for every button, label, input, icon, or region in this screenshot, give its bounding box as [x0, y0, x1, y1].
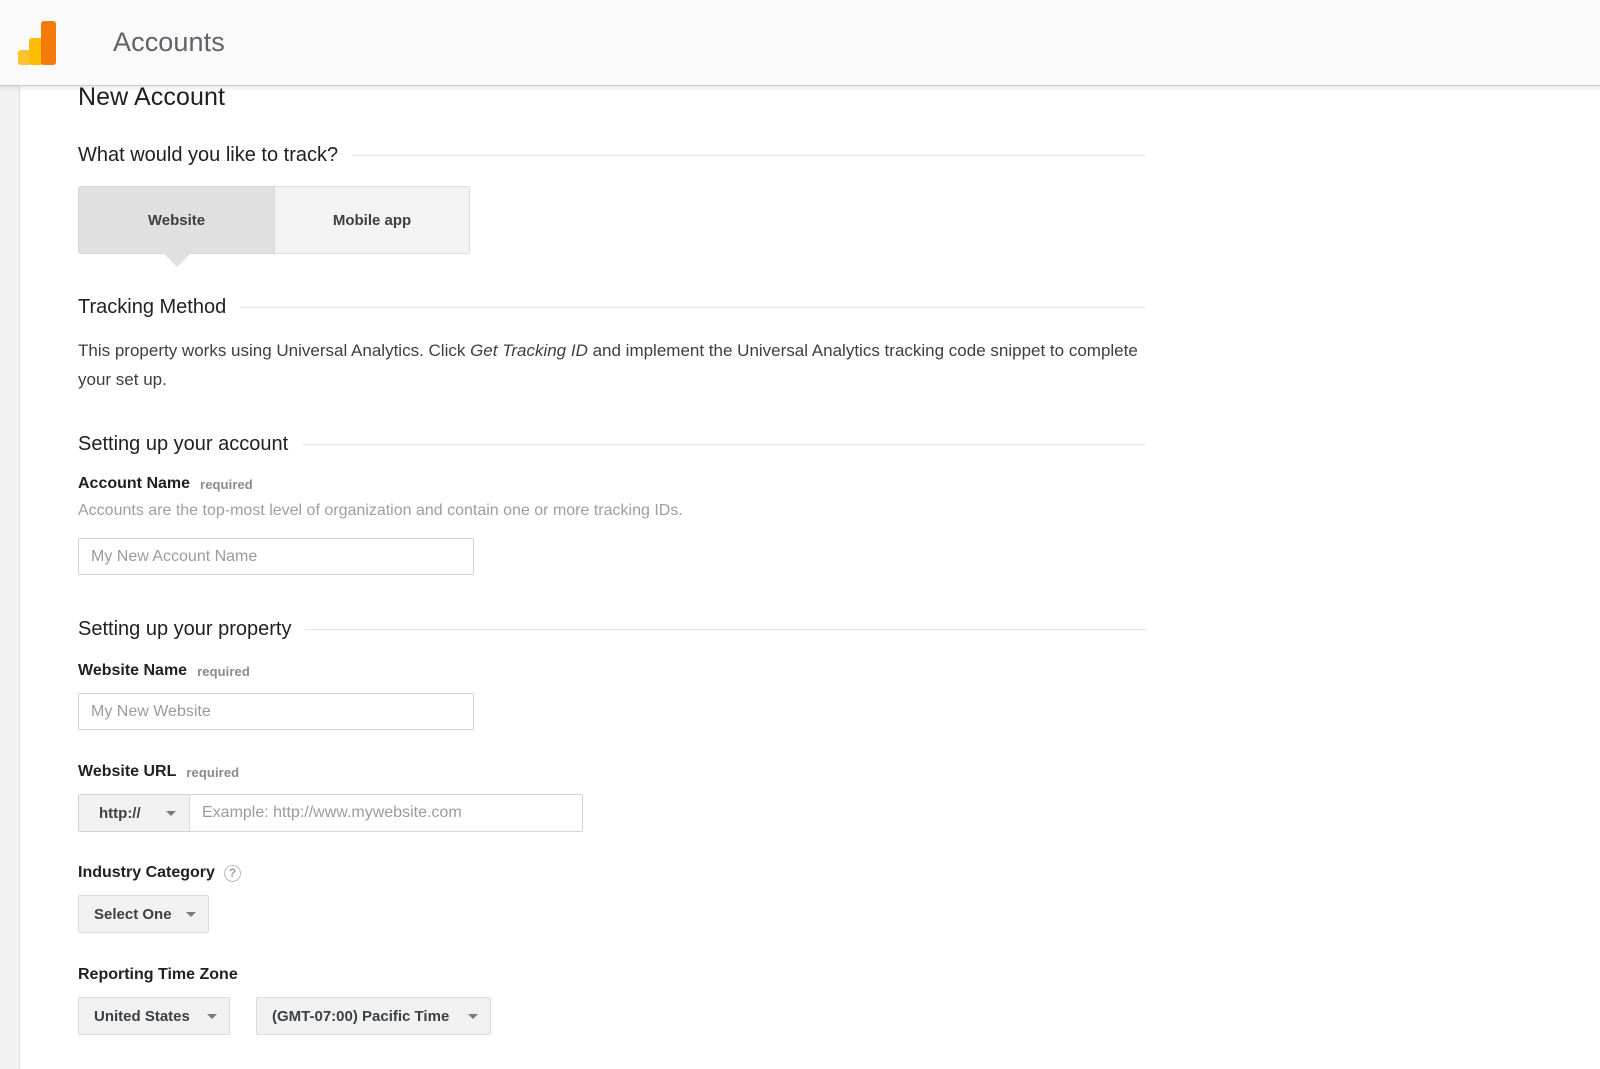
website-url-label-text: Website URL	[78, 763, 177, 780]
tab-mobile-app-label: Mobile app	[332, 211, 412, 229]
industry-category-label-text: Industry Category	[78, 864, 215, 881]
chevron-down-icon	[166, 810, 176, 816]
chevron-down-icon	[468, 1013, 478, 1019]
website-url-input[interactable]	[190, 795, 582, 831]
track-section-heading: What would you like to track?	[78, 144, 1146, 167]
website-name-label: Website Name required	[78, 662, 250, 680]
track-type-tab-group: Website Mobile app	[78, 186, 470, 267]
tab-mobile-app[interactable]: Mobile app	[275, 186, 470, 254]
logo-bar-large	[41, 20, 56, 65]
help-icon[interactable]: ?	[223, 864, 241, 882]
website-name-label-text: Website Name	[78, 662, 188, 679]
industry-category-label: Industry Category ?	[78, 864, 241, 882]
track-section-heading-label: What would you like to track?	[78, 144, 339, 166]
website-name-input[interactable]	[78, 693, 474, 730]
account-name-label-text: Account Name	[78, 475, 191, 492]
tracking-method-emphasis: Get Tracking ID	[470, 341, 588, 360]
account-section-heading: Setting up your account	[78, 433, 1146, 456]
url-scheme-dropdown[interactable]: http://	[79, 795, 190, 831]
app-header-bar: Accounts	[0, 0, 1600, 91]
account-name-required-badge: required	[200, 476, 253, 492]
tracking-method-text-before: This property works using Universal Anal…	[78, 341, 471, 360]
property-section-heading-label: Setting up your property	[78, 618, 292, 640]
time-zone-country-selected-value: United States	[94, 1007, 190, 1025]
main-content: New Account What would you like to track…	[21, 86, 1600, 1069]
account-name-label: Account Name required	[78, 475, 253, 493]
tracking-method-heading: Tracking Method	[78, 296, 1146, 319]
chevron-down-icon	[207, 1013, 217, 1019]
website-url-required-badge: required	[186, 764, 240, 780]
reporting-time-zone-label: Reporting Time Zone	[78, 966, 238, 984]
section-divider-rule	[302, 444, 1146, 445]
tab-selected-caret-icon	[162, 253, 191, 267]
tab-website[interactable]: Website	[78, 186, 275, 267]
account-name-input[interactable]	[78, 538, 474, 575]
reporting-time-zone-label-text: Reporting Time Zone	[78, 966, 238, 983]
chevron-down-icon	[185, 911, 196, 917]
industry-category-selected-value: Select One	[94, 905, 172, 923]
time-zone-country-select[interactable]: United States	[78, 997, 230, 1035]
google-analytics-logo	[18, 20, 58, 65]
url-scheme-value: http://	[99, 804, 141, 822]
app-title: Accounts	[113, 27, 225, 57]
property-section-heading: Setting up your property	[78, 618, 1146, 641]
page-title: New Account	[78, 86, 226, 111]
account-section-heading-label: Setting up your account	[78, 433, 289, 455]
left-nav-rail	[0, 86, 20, 1069]
industry-category-select[interactable]: Select One	[78, 895, 209, 933]
website-url-field-group: http://	[78, 794, 583, 832]
tracking-method-paragraph: This property works using Universal Anal…	[78, 336, 1148, 394]
time-zone-offset-select[interactable]: (GMT-07:00) Pacific Time	[256, 997, 491, 1035]
account-name-hint: Accounts are the top-most level of organ…	[78, 502, 683, 519]
section-divider-rule	[352, 155, 1146, 156]
section-divider-rule	[240, 307, 1146, 308]
tracking-method-heading-label: Tracking Method	[78, 296, 227, 318]
time-zone-offset-selected-value: (GMT-07:00) Pacific Time	[272, 1007, 450, 1025]
website-name-required-badge: required	[197, 663, 250, 679]
tab-website-label: Website	[147, 211, 206, 229]
website-url-label: Website URL required	[78, 763, 239, 781]
section-divider-rule	[305, 629, 1146, 630]
